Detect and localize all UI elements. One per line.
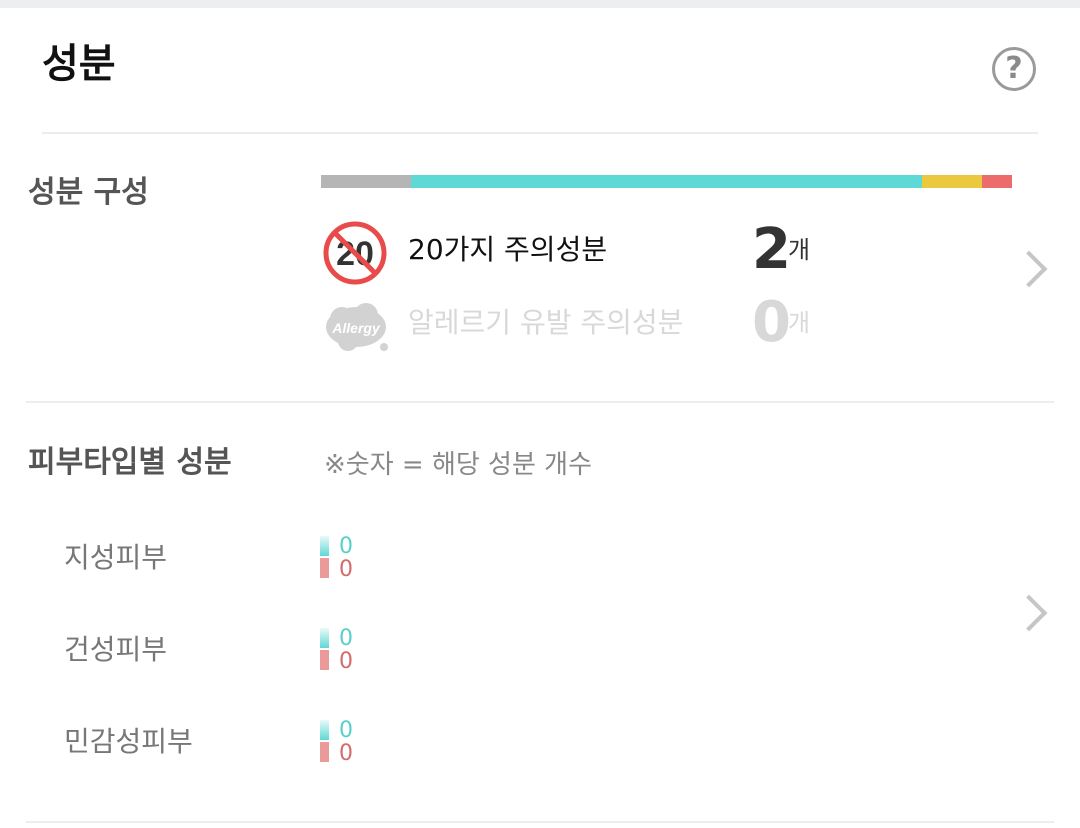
caution-20-count: 2 (752, 217, 791, 282)
count-note: ※숫자 = 해당 성분 개수 (324, 450, 592, 480)
composition-segment-teal (410, 175, 923, 188)
good-ingredient-bar (320, 536, 329, 556)
composition-segment-yellow (922, 175, 983, 188)
allergy-caution-count: 0 (752, 290, 791, 355)
caution-20-row[interactable]: 20 20가지 주의성분 2 개 (322, 218, 1022, 288)
good-ingredient-count: 0 (339, 534, 353, 559)
skin-row-oily: 지성피부 0 0 (0, 532, 600, 592)
allergy-cloud-icon: Allergy (326, 303, 388, 351)
page-title: 성분 (42, 41, 116, 87)
chevron-right-icon[interactable] (1010, 594, 1048, 632)
good-ingredient-bar (320, 628, 329, 648)
good-ingredient-bar (320, 720, 329, 740)
composition-segment-red (982, 175, 1012, 188)
bad-ingredient-count: 0 (339, 557, 353, 582)
skin-type-label: 건성피부 (64, 633, 168, 666)
skin-type-label: 민감성피부 (64, 725, 193, 758)
skin-row-sensitive: 민감성피부 0 0 (0, 716, 600, 776)
bad-ingredient-bar (320, 742, 329, 762)
allergy-icon-text: Allergy (331, 320, 381, 336)
bad-ingredient-bar (320, 558, 329, 578)
composition-bar (321, 175, 1012, 188)
composition-segment-gray (321, 175, 411, 188)
composition-section-title: 성분 구성 (28, 175, 149, 210)
good-ingredient-count: 0 (339, 626, 353, 651)
allergy-caution-row[interactable]: Allergy 알레르기 유발 주의성분 0 개 (322, 291, 1022, 361)
help-glyph: ? (1005, 51, 1023, 86)
divider (26, 821, 1054, 823)
caution-20-label: 20가지 주의성분 (408, 233, 608, 266)
bad-ingredient-bar (320, 650, 329, 670)
skin-type-section-title: 피부타입별 성분 (28, 445, 232, 480)
bad-ingredient-count: 0 (339, 741, 353, 766)
good-ingredient-count: 0 (339, 718, 353, 743)
skin-row-dry: 건성피부 0 0 (0, 624, 600, 684)
bad-ingredient-count: 0 (339, 649, 353, 674)
no-20-icon: 20 (323, 221, 387, 285)
top-strip (0, 0, 1080, 8)
divider (42, 132, 1038, 134)
caution-20-unit: 개 (788, 236, 811, 264)
divider (26, 401, 1054, 403)
allergy-caution-label: 알레르기 유발 주의성분 (408, 306, 684, 339)
question-circle-icon[interactable]: ? (992, 47, 1036, 91)
allergy-caution-unit: 개 (788, 309, 811, 337)
skin-type-label: 지성피부 (64, 541, 168, 574)
